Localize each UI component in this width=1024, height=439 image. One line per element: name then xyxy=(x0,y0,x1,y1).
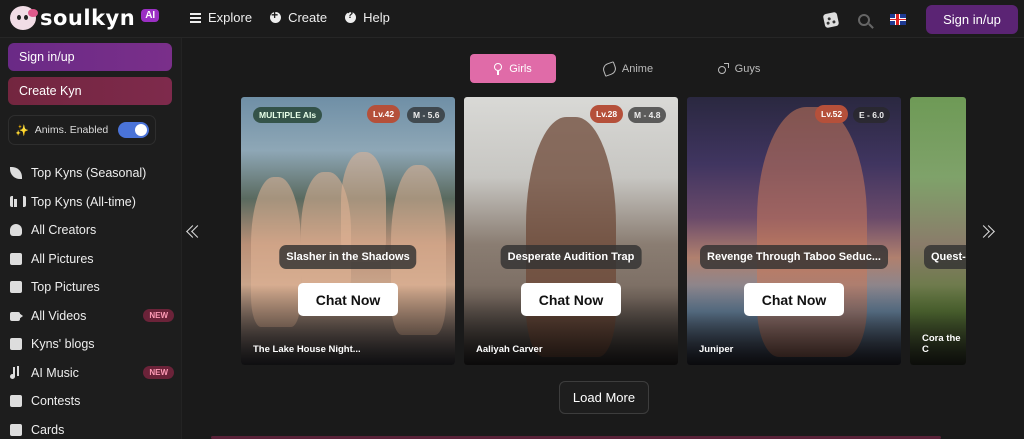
rating-badge: M - 5.6 xyxy=(407,107,446,123)
character-card[interactable]: MULTIPLE AIs Lv.42 M - 5.6 Slasher in th… xyxy=(241,97,455,365)
sparkle-icon: ✨ xyxy=(15,124,29,137)
sidebar-item-all-videos[interactable]: All Videos NEW xyxy=(8,302,174,331)
app-root: soulkyn AI Explore Create Help Sign in/u… xyxy=(0,0,1024,439)
rating-badge: M - 4.8 xyxy=(628,107,667,123)
level-badge: Lv.42 xyxy=(367,105,401,123)
sidebar-item-label: All Creators xyxy=(31,223,97,238)
sidebar-item-top-kyns-all-time[interactable]: Top Kyns (All-time) xyxy=(8,188,174,217)
sidebar-item-label: Kyns' blogs xyxy=(31,337,95,352)
nav-create[interactable]: Create xyxy=(270,8,328,25)
sidebar-item-label: Top Kyns (All-time) xyxy=(31,194,136,209)
sidebar-item-top-pictures[interactable]: Top Pictures xyxy=(8,273,174,302)
character-card[interactable]: Lv.28 M - 4.8 Desperate Audition Trap Ch… xyxy=(464,97,678,365)
bar-chart-icon xyxy=(8,195,26,209)
sidebar-item-all-creators[interactable]: All Creators xyxy=(8,216,174,245)
sidebar-menu: Top Kyns (Seasonal) Top Kyns (All-time) … xyxy=(8,159,174,439)
tab-guys[interactable]: Guys xyxy=(689,54,789,83)
logo[interactable]: soulkyn AI xyxy=(10,6,160,30)
sidebar-item-contests[interactable]: Contests xyxy=(8,387,174,416)
tab-label: Guys xyxy=(734,62,761,75)
users-icon xyxy=(8,223,24,237)
new-badge: NEW xyxy=(143,366,174,380)
card-name: Juniper xyxy=(699,344,734,355)
carousel-prev-icon[interactable] xyxy=(183,223,203,243)
tab-girls[interactable]: Girls xyxy=(470,54,556,83)
character-card[interactable]: Quest- Cora the C xyxy=(910,97,966,365)
main-content: Girls Anime Guys MULTIPLE AIs Lv.42 M - … xyxy=(183,38,1024,439)
image-icon xyxy=(8,252,24,266)
anime-icon xyxy=(601,60,618,77)
multiple-ais-badge: MULTIPLE AIs xyxy=(253,107,323,123)
help-icon xyxy=(345,10,357,23)
sidebar-item-label: Top Pictures xyxy=(31,280,100,295)
sidebar-item-label: All Videos xyxy=(31,308,87,323)
top-right-actions: Sign in/up xyxy=(822,5,1018,34)
level-badge: Lv.52 xyxy=(815,105,849,123)
animations-toggle-row: ✨ Anims. Enabled xyxy=(8,115,156,145)
sidebar-item-all-pictures[interactable]: All Pictures xyxy=(8,245,174,274)
carousel-next-icon[interactable] xyxy=(977,223,997,243)
top-nav: Explore Create Help xyxy=(190,8,390,25)
character-carousel: MULTIPLE AIs Lv.42 M - 5.6 Slasher in th… xyxy=(241,97,966,365)
tab-label: Anime xyxy=(621,62,654,75)
nav-create-label: Create xyxy=(288,10,328,25)
nav-help[interactable]: Help xyxy=(345,10,390,25)
menu-icon xyxy=(190,12,201,23)
rating-badge: E - 6.0 xyxy=(853,107,891,123)
animations-toggle[interactable] xyxy=(118,122,149,138)
card-name: The Lake House Night... xyxy=(253,344,361,355)
logo-ai-badge: AI xyxy=(141,9,160,22)
card-title: Desperate Audition Trap xyxy=(500,245,642,269)
plus-circle-icon xyxy=(270,8,282,23)
sidebar-item-ai-music[interactable]: AI Music NEW xyxy=(8,359,174,388)
sidebar-item-label: AI Music xyxy=(31,365,79,380)
nav-explore[interactable]: Explore xyxy=(190,10,252,25)
nav-help-label: Help xyxy=(363,10,390,25)
tab-anime[interactable]: Anime xyxy=(578,54,678,83)
uk-flag-icon[interactable] xyxy=(890,14,906,25)
sidebar-item-label: Contests xyxy=(31,394,81,409)
card-name: Aaliyah Carver xyxy=(476,344,543,355)
new-badge: NEW xyxy=(143,309,174,323)
nav-explore-label: Explore xyxy=(208,10,253,25)
animations-label: Anims. Enabled xyxy=(34,124,109,136)
sidebar: Sign in/up Create Kyn ✨ Anims. Enabled T… xyxy=(0,38,182,439)
sidebar-signin-button[interactable]: Sign in/up xyxy=(8,43,172,71)
character-card[interactable]: Lv.52 E - 6.0 Revenge Through Taboo Sedu… xyxy=(687,97,901,365)
level-badge: Lv.28 xyxy=(590,105,624,123)
male-icon xyxy=(717,63,729,74)
card-title: Slasher in the Shadows xyxy=(279,245,417,269)
chat-now-button[interactable]: Chat Now xyxy=(521,283,621,316)
card-title: Quest- xyxy=(924,245,966,269)
female-icon xyxy=(494,62,503,75)
sidebar-item-label: Cards xyxy=(31,422,65,437)
logo-mascot-icon xyxy=(10,6,38,30)
search-icon[interactable] xyxy=(858,13,870,26)
book-icon xyxy=(8,337,24,351)
top-bar: soulkyn AI Explore Create Help Sign in/u… xyxy=(0,0,1024,38)
category-tabs: Girls Anime Guys xyxy=(470,54,800,83)
dice-icon[interactable] xyxy=(822,11,840,28)
music-icon xyxy=(8,366,24,380)
sidebar-item-label: All Pictures xyxy=(31,251,94,266)
chat-now-button[interactable]: Chat Now xyxy=(298,283,398,316)
sidebar-item-kyns-blogs[interactable]: Kyns' blogs xyxy=(8,330,174,359)
create-kyn-button[interactable]: Create Kyn xyxy=(8,77,172,105)
image-icon xyxy=(8,280,24,294)
card-name: Cora the C xyxy=(922,333,961,355)
sidebar-item-label: Top Kyns (Seasonal) xyxy=(31,166,147,181)
header-signin-button[interactable]: Sign in/up xyxy=(926,5,1018,34)
logo-text: soulkyn xyxy=(40,6,136,30)
video-icon xyxy=(8,309,24,323)
leaf-icon xyxy=(8,166,24,180)
chat-now-button[interactable]: Chat Now xyxy=(744,283,844,316)
sidebar-item-top-kyns-seasonal[interactable]: Top Kyns (Seasonal) xyxy=(8,159,174,188)
sidebar-item-cards[interactable]: Cards xyxy=(8,416,174,439)
card-title: Revenge Through Taboo Seduc... xyxy=(700,245,888,269)
tab-label: Girls xyxy=(509,62,532,75)
load-more-button[interactable]: Load More xyxy=(559,381,649,414)
cards-icon xyxy=(8,423,24,437)
trophy-icon xyxy=(8,394,24,408)
